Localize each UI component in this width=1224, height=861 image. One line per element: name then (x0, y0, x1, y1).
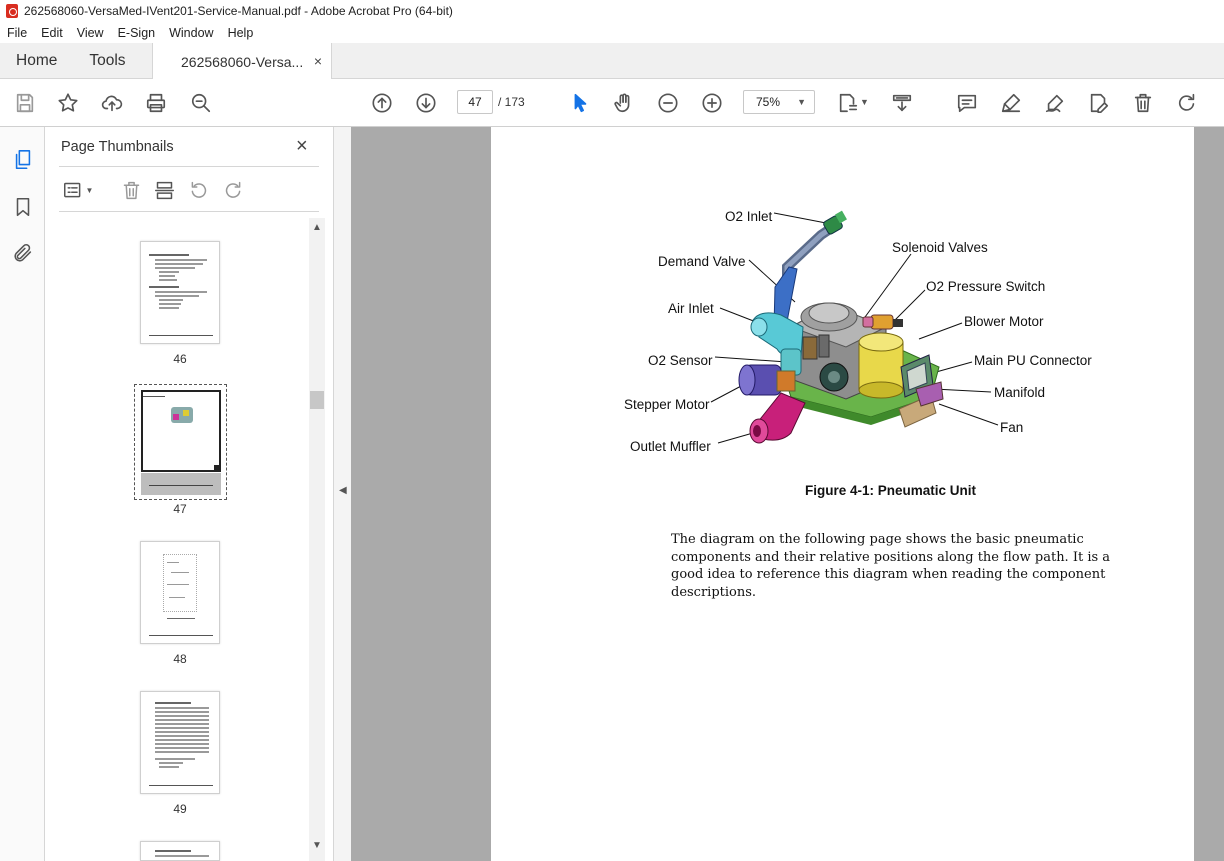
comment-icon[interactable] (955, 91, 979, 115)
title-bar: 262568060-VersaMed-IVent201-Service-Manu… (0, 0, 1224, 22)
label-stepper-motor: Stepper Motor (624, 397, 710, 412)
close-tab-icon[interactable]: × (314, 53, 322, 69)
page-total: / 173 (498, 95, 525, 109)
scroll-up-icon[interactable]: ▲ (312, 222, 322, 233)
thumbnail-options-icon[interactable]: ▼ (60, 178, 96, 202)
pneumatic-unit-illustration (710, 210, 999, 444)
menu-view[interactable]: View (77, 26, 104, 40)
menu-window[interactable]: Window (169, 26, 213, 40)
delete-page-icon (119, 178, 143, 202)
rotate-icon[interactable] (1175, 91, 1199, 115)
body-paragraph: The diagram on the following page shows … (671, 532, 1111, 600)
menu-edit[interactable]: Edit (41, 26, 63, 40)
tab-bar: Home Tools 262568060-Versa... × (0, 43, 1224, 80)
page-number-input[interactable]: 47 (457, 90, 493, 114)
zoom-search-icon[interactable] (189, 91, 213, 115)
star-icon[interactable] (56, 91, 80, 115)
rotate-left-icon (186, 178, 210, 202)
chevron-down-icon: ▼ (797, 97, 806, 107)
close-panel-icon[interactable]: × (296, 135, 308, 158)
page-thumbnails-icon[interactable] (11, 148, 35, 172)
thumbnail-page-47-viewport (141, 473, 221, 495)
zoom-out-icon[interactable] (656, 91, 680, 115)
select-cursor-icon[interactable] (568, 91, 592, 115)
figure-caption: Figure 4-1: Pneumatic Unit (805, 483, 977, 498)
edit-pdf-icon[interactable] (1087, 91, 1111, 115)
label-fan: Fan (1000, 420, 1024, 435)
pdf-page-47: O2 Inlet Solenoid Valves Demand Valve O2… (491, 127, 1194, 861)
next-page-icon[interactable] (414, 91, 438, 115)
thumbnail-label-47: 47 (173, 502, 187, 516)
scroll-mode-icon[interactable] (890, 91, 914, 115)
thumbnail-page-46[interactable] (140, 241, 220, 344)
thumbnail-page-48[interactable] (140, 541, 220, 644)
label-outlet-muffler: Outlet Muffler (630, 439, 711, 454)
menu-bar: File Edit View E-Sign Window Help (0, 22, 1224, 43)
attachment-icon[interactable] (11, 241, 35, 265)
pdf-app-icon (6, 4, 18, 18)
page-fit-icon[interactable] (836, 91, 860, 115)
zoom-select[interactable]: 75% ▼ (743, 90, 815, 114)
label-o2-sensor: O2 Sensor (648, 353, 713, 368)
main-toolbar: ▼ (0, 79, 1224, 195)
zoom-value: 75% (756, 95, 781, 109)
menu-file[interactable]: File (7, 26, 27, 40)
scroll-down-icon[interactable]: ▼ (312, 840, 322, 851)
collapse-panel-icon[interactable]: ◀ (339, 485, 347, 496)
page-fit-caret-icon[interactable]: ▼ (860, 97, 869, 107)
label-main-pu-connector: Main PU Connector (974, 353, 1092, 368)
label-o2-inlet: O2 Inlet (725, 209, 773, 224)
thumbnail-page-49[interactable] (140, 691, 220, 794)
thumbnail-page-50[interactable] (140, 841, 220, 861)
thumbnails-scrollbar[interactable]: ▲ ▼ (309, 218, 325, 861)
window-title: 262568060-VersaMed-IVent201-Service-Manu… (24, 4, 453, 18)
bookmark-icon[interactable] (11, 195, 35, 219)
thumbnail-label-49: 49 (173, 802, 187, 816)
save-icon[interactable] (13, 91, 37, 115)
print-icon[interactable] (144, 91, 168, 115)
thumbnail-page-47[interactable] (141, 390, 221, 472)
scrollbar-thumb[interactable] (310, 391, 324, 409)
tab-document-label: 262568060-Versa... (181, 53, 304, 70)
tab-document[interactable]: 262568060-Versa... × (152, 43, 332, 80)
insert-page-icon[interactable] (152, 178, 176, 202)
menu-help[interactable]: Help (228, 26, 254, 40)
cloud-upload-icon[interactable] (100, 91, 124, 115)
thumbnail-label-48: 48 (173, 652, 187, 666)
label-air-inlet: Air Inlet (668, 301, 714, 316)
thumbnail-label-46: 46 (173, 352, 187, 366)
label-manifold: Manifold (994, 385, 1046, 400)
panel-title: Page Thumbnails (61, 139, 174, 155)
sign-icon[interactable] (1043, 91, 1067, 115)
hand-tool-icon[interactable] (612, 91, 636, 115)
left-rail (0, 127, 45, 861)
zoom-in-icon[interactable] (700, 91, 724, 115)
previous-page-icon[interactable] (370, 91, 394, 115)
tab-tools[interactable]: Tools (73, 52, 141, 70)
thumbnails-panel: Page Thumbnails × ▼ 46 47 48 49 (45, 127, 333, 861)
label-o2-pressure-switch: O2 Pressure Switch (926, 279, 1046, 294)
rotate-right-icon (221, 178, 245, 202)
label-blower-motor: Blower Motor (964, 314, 1044, 329)
document-view[interactable]: O2 Inlet Solenoid Valves Demand Valve O2… (351, 127, 1224, 861)
menu-esign[interactable]: E-Sign (118, 26, 156, 40)
delete-icon[interactable] (1131, 91, 1155, 115)
panel-splitter[interactable]: ◀ (333, 127, 351, 861)
highlight-pen-icon[interactable] (999, 91, 1023, 115)
tab-home[interactable]: Home (0, 52, 73, 70)
label-solenoid-valves: Solenoid Valves (892, 240, 988, 255)
label-demand-valve: Demand Valve (658, 254, 746, 269)
